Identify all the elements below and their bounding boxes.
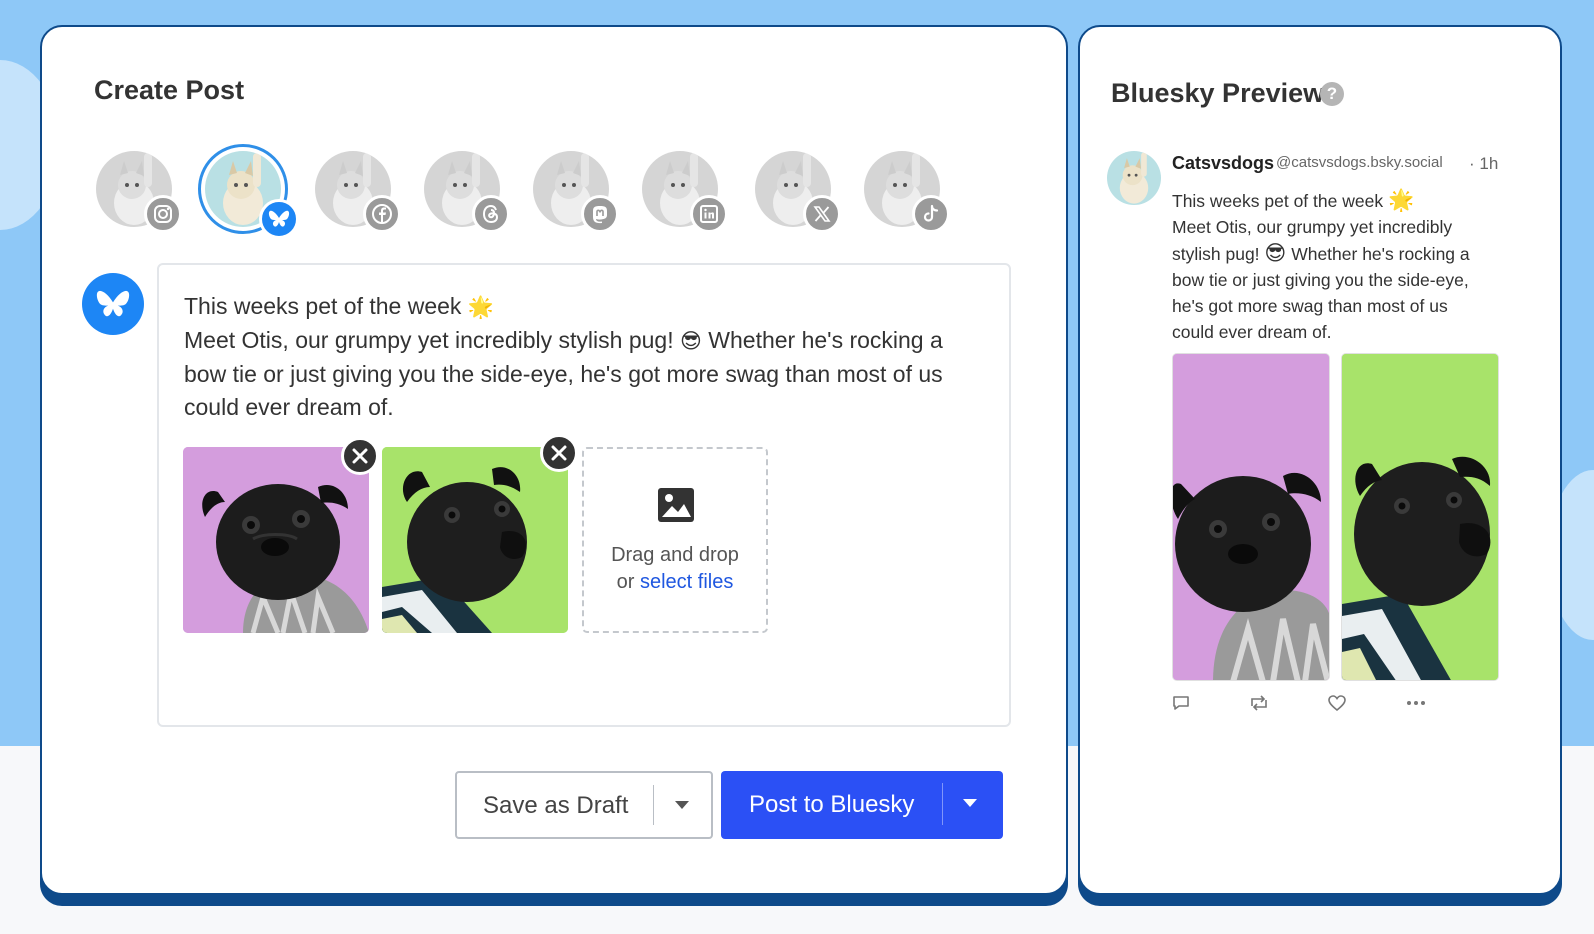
account-instagram[interactable] <box>96 151 182 233</box>
post-text-line: Meet Otis, our grumpy yet incredibly sty… <box>184 327 943 353</box>
account-threads[interactable] <box>424 151 510 233</box>
post-to-bluesky-button[interactable]: Post to Bluesky <box>721 771 1003 839</box>
threads-icon <box>472 195 510 233</box>
post-text-line: bow tie or just giving you the side-eye,… <box>184 361 943 387</box>
dropzone-select-line: or select files <box>584 569 766 596</box>
sunglasses-emoji: 😎 <box>679 329 702 353</box>
account-linkedin[interactable] <box>642 151 728 233</box>
remove-attachment-button[interactable] <box>540 434 578 472</box>
account-tiktok[interactable] <box>864 151 950 233</box>
facebook-icon <box>363 195 401 233</box>
author-name: Catsvsdogs <box>1172 153 1275 173</box>
preview-image[interactable] <box>1341 353 1499 681</box>
sparkle-emoji: 🌟 <box>1387 188 1415 212</box>
sparkle-emoji: 🌟 <box>467 295 494 319</box>
create-post-title: Create Post <box>94 75 245 105</box>
avatar <box>1107 151 1161 205</box>
preview-text: This weeks pet of the week 🌟 Meet Otis, … <box>1172 187 1512 345</box>
preview-text-line: Meet Otis, our grumpy yet incredibly <box>1172 217 1453 237</box>
create-post-card: Create Post This weeks pet of the week 🌟… <box>40 25 1068 895</box>
close-icon <box>352 448 368 464</box>
button-divider <box>942 783 943 825</box>
x-icon <box>803 195 841 233</box>
sunglasses-emoji: 😎 <box>1264 241 1287 265</box>
save-as-draft-label: Save as Draft <box>483 792 629 819</box>
preview-text-line: stylish pug! 😎 Whether he's rocking a <box>1172 241 1470 265</box>
attachment-thumbnail[interactable] <box>183 447 369 633</box>
dropzone-or: or <box>616 571 635 593</box>
preview-text-line: could ever dream of. <box>1172 322 1332 342</box>
post-text[interactable]: This weeks pet of the week 🌟 Meet Otis, … <box>184 290 984 424</box>
preview-text-line: bow tie or just giving you the side-eye, <box>1172 270 1469 290</box>
select-files-link[interactable]: select files <box>640 571 733 593</box>
bluesky-network-icon <box>82 273 144 335</box>
attachment-thumbnail[interactable] <box>382 447 568 633</box>
media-dropzone[interactable]: Drag and drop or select files <box>582 447 768 633</box>
chevron-down-icon[interactable] <box>675 801 689 809</box>
more-icon[interactable] <box>1406 695 1426 716</box>
author-handle: @catsvsdogs.bsky.social <box>1276 154 1443 171</box>
pug-photo <box>1173 354 1329 680</box>
account-x[interactable] <box>755 151 841 233</box>
button-divider <box>653 785 654 825</box>
save-as-draft-button[interactable]: Save as Draft <box>455 771 713 839</box>
like-icon[interactable] <box>1328 695 1346 716</box>
dropzone-label: Drag and drop <box>611 544 739 566</box>
pug-photo <box>1342 354 1498 680</box>
bluesky-icon <box>259 199 299 239</box>
account-bluesky[interactable] <box>198 144 299 239</box>
remove-attachment-button[interactable] <box>341 437 379 475</box>
bluesky-preview-card: Bluesky Preview ? Catsvsdogs @catsvsdogs… <box>1078 25 1562 895</box>
preview-title: Bluesky Preview <box>1111 78 1325 108</box>
linkedin-icon <box>690 195 728 233</box>
close-icon <box>551 445 567 461</box>
post-button-label: Post to Bluesky <box>749 791 915 818</box>
pug-photo <box>382 447 568 633</box>
repost-icon[interactable] <box>1248 695 1270 716</box>
tiktok-icon <box>912 195 950 233</box>
account-facebook[interactable] <box>315 151 401 233</box>
post-text-line: could ever dream of. <box>184 394 394 420</box>
account-mastodon[interactable] <box>533 151 619 233</box>
image-icon <box>657 487 695 528</box>
instagram-icon <box>144 195 182 233</box>
preview-image[interactable] <box>1172 353 1330 681</box>
dropzone-text: Drag and drop or select files <box>584 542 766 596</box>
mastodon-icon <box>581 195 619 233</box>
preview-text-line: This weeks pet of the week 🌟 <box>1172 188 1415 212</box>
post-text-line: This weeks pet of the week 🌟 <box>184 293 494 319</box>
preview-text-line: he's got more swag than most of us <box>1172 296 1448 316</box>
post-editor[interactable]: This weeks pet of the week 🌟 Meet Otis, … <box>157 263 1011 727</box>
help-icon[interactable]: ? <box>1320 82 1344 106</box>
reply-icon[interactable] <box>1172 695 1190 716</box>
pug-photo <box>183 447 369 633</box>
chevron-down-icon[interactable] <box>963 799 977 807</box>
post-time: · 1h <box>1469 154 1499 173</box>
